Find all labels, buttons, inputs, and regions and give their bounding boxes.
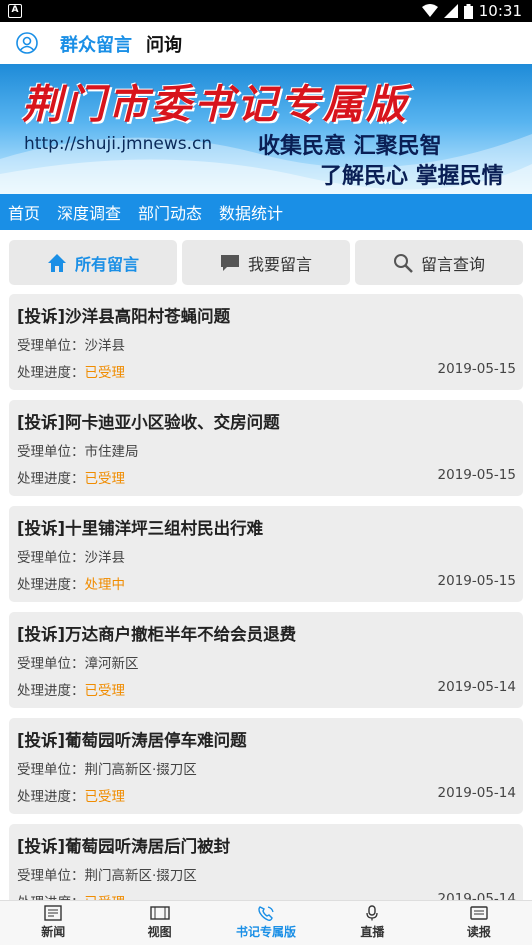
status-badge: 已受理 (84, 471, 126, 487)
phone-icon (258, 906, 274, 921)
list-item[interactable]: [投诉]阿卡迪亚小区验收、交房问题 受理单位：市住建局 处理进度：已受理 201… (9, 400, 523, 496)
wifi-icon (421, 4, 438, 17)
progress-label: 处理进度： (17, 789, 85, 805)
signal-icon (443, 4, 458, 18)
video-icon (149, 906, 170, 920)
unit-value: 市住建局 (84, 444, 139, 460)
message-icon (220, 254, 239, 271)
nav-home[interactable]: 首页 (8, 200, 40, 224)
message-title: [投诉]十里铺洋坪三组村民出行难 (17, 519, 264, 538)
status-badge: 处理中 (84, 577, 126, 593)
list-item[interactable]: [投诉]沙洋县高阳村苍蝇问题 受理单位：沙洋县 处理进度：已受理 2019-05… (9, 294, 523, 390)
clock: 10:31 (478, 2, 522, 20)
unit-value: 沙洋县 (84, 550, 126, 566)
nav-investigation[interactable]: 深度调查 (57, 200, 121, 224)
unit-label: 受理单位： (17, 444, 85, 460)
section-nav: 首页 深度调查 部门动态 数据统计 (0, 194, 532, 230)
bottom-tab-news[interactable]: 新闻 (0, 901, 106, 945)
bottom-tab-label: 读报 (466, 925, 491, 939)
bottom-tab-newspaper[interactable]: 读报 (426, 901, 532, 945)
message-title: [投诉]葡萄园听涛居后门被封 (17, 837, 231, 856)
search-icon (393, 253, 413, 273)
progress-label: 处理进度： (17, 683, 85, 699)
message-unit: 受理单位：荆门高新区·掇刀区 (17, 758, 197, 778)
leave-message-label: 我要留言 (247, 254, 312, 274)
status-badge: 已受理 (84, 365, 126, 381)
message-search-button[interactable]: 留言查询 (355, 240, 523, 285)
unit-value: 沙洋县 (84, 338, 126, 354)
nav-statistics[interactable]: 数据统计 (219, 200, 283, 224)
unit-label: 受理单位： (17, 868, 85, 884)
unit-label: 受理单位： (17, 656, 85, 672)
unit-value: 荆门高新区·掇刀区 (84, 762, 197, 778)
newspaper-icon (470, 906, 488, 920)
status-bar: A 10:31 (0, 0, 532, 22)
message-progress: 处理进度：已受理 (17, 467, 125, 487)
message-title: [投诉]葡萄园听涛居停车难问题 (17, 731, 247, 750)
unit-value: 漳河新区 (84, 656, 139, 672)
message-progress: 处理进度：处理中 (17, 573, 125, 593)
bottom-tab-secretary[interactable]: 书记专属版 (213, 901, 319, 945)
battery-icon (463, 3, 473, 19)
banner: 荆门市委书记专属版 http://shuji.jmnews.cn 收集民意 汇聚… (0, 64, 532, 194)
all-messages-label: 所有留言 (74, 254, 139, 274)
message-unit: 受理单位：市住建局 (17, 440, 139, 460)
message-date: 2019-05-15 (437, 361, 516, 377)
notification-icon: A (8, 4, 22, 18)
message-progress: 处理进度：已受理 (17, 679, 125, 699)
all-messages-button[interactable]: 所有留言 (9, 240, 177, 285)
unit-label: 受理单位： (17, 762, 85, 778)
bottom-tab-live[interactable]: 直播 (319, 901, 425, 945)
message-date: 2019-05-15 (437, 573, 516, 589)
message-date: 2019-05-14 (437, 679, 516, 695)
bottom-nav: 新闻 视图 书记专属版 直播 读报 (0, 900, 532, 945)
message-title: [投诉]阿卡迪亚小区验收、交房问题 (17, 413, 280, 432)
message-title: [投诉]万达商户撤柜半年不给会员退费 (17, 625, 297, 644)
message-list: [投诉]沙洋县高阳村苍蝇问题 受理单位：沙洋县 处理进度：已受理 2019-05… (9, 294, 523, 930)
top-bar: 群众留言 问询 (0, 22, 532, 64)
progress-label: 处理进度： (17, 471, 85, 487)
list-item[interactable]: [投诉]葡萄园听涛居停车难问题 受理单位：荆门高新区·掇刀区 处理进度：已受理 … (9, 718, 523, 814)
banner-url: http://shuji.jmnews.cn (24, 134, 213, 154)
unit-value: 荆门高新区·掇刀区 (84, 868, 197, 884)
unit-label: 受理单位： (17, 550, 85, 566)
bottom-tab-label: 新闻 (41, 925, 66, 939)
unit-label: 受理单位： (17, 338, 85, 354)
leave-message-button[interactable]: 我要留言 (182, 240, 350, 285)
list-item[interactable]: [投诉]十里铺洋坪三组村民出行难 受理单位：沙洋县 处理进度：处理中 2019-… (9, 506, 523, 602)
news-icon (44, 905, 62, 921)
status-badge: 已受理 (84, 789, 126, 805)
message-search-label: 留言查询 (420, 254, 485, 274)
message-unit: 受理单位：荆门高新区·掇刀区 (17, 864, 197, 884)
action-buttons: 所有留言 我要留言 留言查询 (9, 240, 523, 285)
message-date: 2019-05-14 (437, 785, 516, 801)
progress-label: 处理进度： (17, 577, 85, 593)
banner-slogan-2: 了解民心 掌握民情 (320, 164, 504, 189)
message-unit: 受理单位：沙洋县 (17, 546, 125, 566)
banner-slogan-1: 收集民意 汇聚民智 (258, 134, 442, 159)
microphone-icon (366, 905, 379, 921)
home-icon (47, 253, 66, 272)
bottom-tab-label: 直播 (360, 925, 385, 939)
message-date: 2019-05-15 (437, 467, 516, 483)
nav-department-news[interactable]: 部门动态 (138, 200, 202, 224)
status-badge: 已受理 (84, 683, 126, 699)
bottom-tab-label: 视图 (147, 925, 172, 939)
message-title: [投诉]沙洋县高阳村苍蝇问题 (17, 307, 231, 326)
bottom-tab-label: 书记专属版 (236, 925, 297, 939)
user-icon[interactable] (16, 32, 38, 54)
bottom-tab-video[interactable]: 视图 (106, 901, 212, 945)
list-item[interactable]: [投诉]万达商户撤柜半年不给会员退费 受理单位：漳河新区 处理进度：已受理 20… (9, 612, 523, 708)
progress-label: 处理进度： (17, 365, 85, 381)
banner-title: 荆门市委书记专属版 (22, 81, 409, 128)
tab-inquiry[interactable]: 问询 (146, 31, 182, 57)
message-progress: 处理进度：已受理 (17, 785, 125, 805)
message-progress: 处理进度：已受理 (17, 361, 125, 381)
message-unit: 受理单位：沙洋县 (17, 334, 125, 354)
tab-public-messages[interactable]: 群众留言 (60, 31, 132, 57)
message-unit: 受理单位：漳河新区 (17, 652, 139, 672)
